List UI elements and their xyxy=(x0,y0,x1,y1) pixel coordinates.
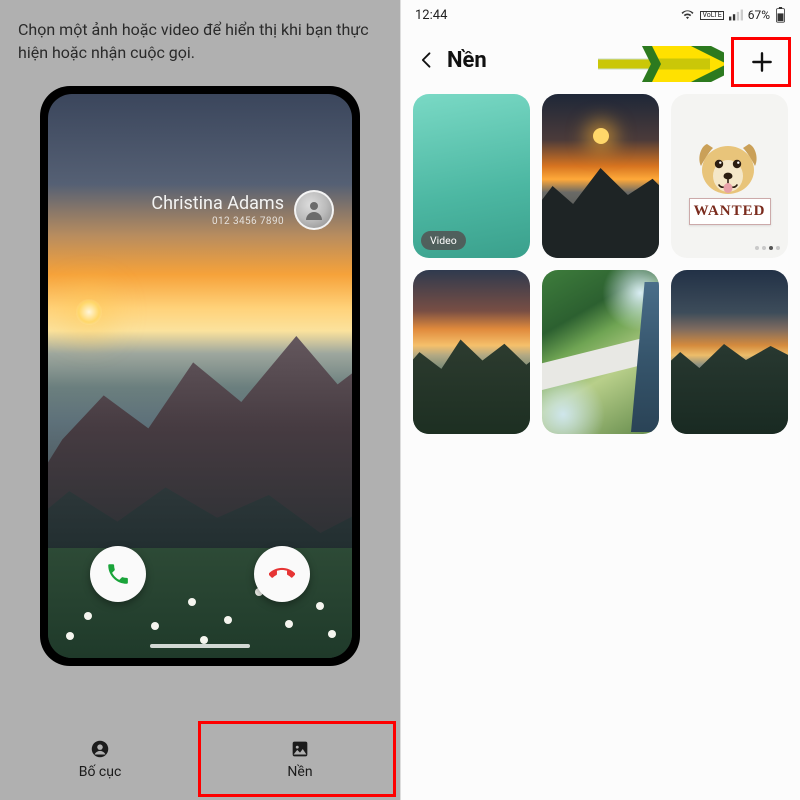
tab-layout-label: Bố cục xyxy=(79,764,122,780)
person-circle-icon xyxy=(89,738,111,760)
bottom-tabs: Bố cục Nền xyxy=(0,718,400,800)
tab-background-label: Nền xyxy=(287,764,312,780)
phone-preview-frame: Christina Adams 012 3456 7890 xyxy=(40,86,360,666)
wanted-sign: WANTED xyxy=(689,198,771,225)
chevron-left-icon xyxy=(417,50,437,70)
background-thumb-6[interactable] xyxy=(671,270,788,434)
plus-icon xyxy=(749,49,775,75)
phone-decline-icon xyxy=(269,561,295,587)
settings-step-panel: Chọn một ảnh hoặc video để hiển thị khi … xyxy=(0,0,400,800)
tab-background[interactable]: Nền xyxy=(200,718,400,800)
background-grid: Video WANTED xyxy=(401,94,800,434)
instruction-text: Chọn một ảnh hoặc video để hiển thị khi … xyxy=(18,18,382,64)
phone-accept-icon xyxy=(105,561,131,587)
dog-illustration xyxy=(689,128,767,200)
home-indicator xyxy=(150,644,250,648)
background-thumb-1[interactable]: Video xyxy=(413,94,530,258)
video-badge: Video xyxy=(421,231,466,250)
add-background-button[interactable] xyxy=(736,40,788,84)
image-icon xyxy=(289,738,311,760)
decline-call-button[interactable] xyxy=(254,546,310,602)
caller-number: 012 3456 7890 xyxy=(212,216,284,227)
phone-preview-screen: Christina Adams 012 3456 7890 xyxy=(48,94,352,658)
person-icon xyxy=(302,198,326,222)
accept-call-button[interactable] xyxy=(90,546,146,602)
status-bar: 12:44 VoLTE 67% xyxy=(401,0,800,30)
background-thumb-5[interactable] xyxy=(542,270,659,434)
background-thumb-2[interactable] xyxy=(542,94,659,258)
status-battery: 67% xyxy=(748,8,770,22)
call-actions-row xyxy=(48,546,352,602)
tab-layout[interactable]: Bố cục xyxy=(0,718,200,800)
pagination-dots xyxy=(755,246,780,250)
background-thumb-3[interactable]: WANTED xyxy=(671,94,788,258)
caller-info: Christina Adams 012 3456 7890 xyxy=(151,190,334,230)
background-picker-panel: 12:44 VoLTE 67% Nền xyxy=(400,0,800,800)
mountain-layer xyxy=(48,318,352,658)
caller-avatar xyxy=(294,190,334,230)
status-time: 12:44 xyxy=(415,8,447,23)
signal-icon xyxy=(729,9,743,21)
back-button[interactable] xyxy=(413,46,441,74)
background-thumb-4[interactable] xyxy=(413,270,530,434)
wifi-icon xyxy=(680,9,695,21)
page-title: Nền xyxy=(447,48,487,73)
header-row: Nền xyxy=(401,30,800,94)
battery-icon xyxy=(775,7,786,23)
volte-badge: VoLTE xyxy=(700,11,723,20)
caller-name: Christina Adams xyxy=(151,193,284,214)
